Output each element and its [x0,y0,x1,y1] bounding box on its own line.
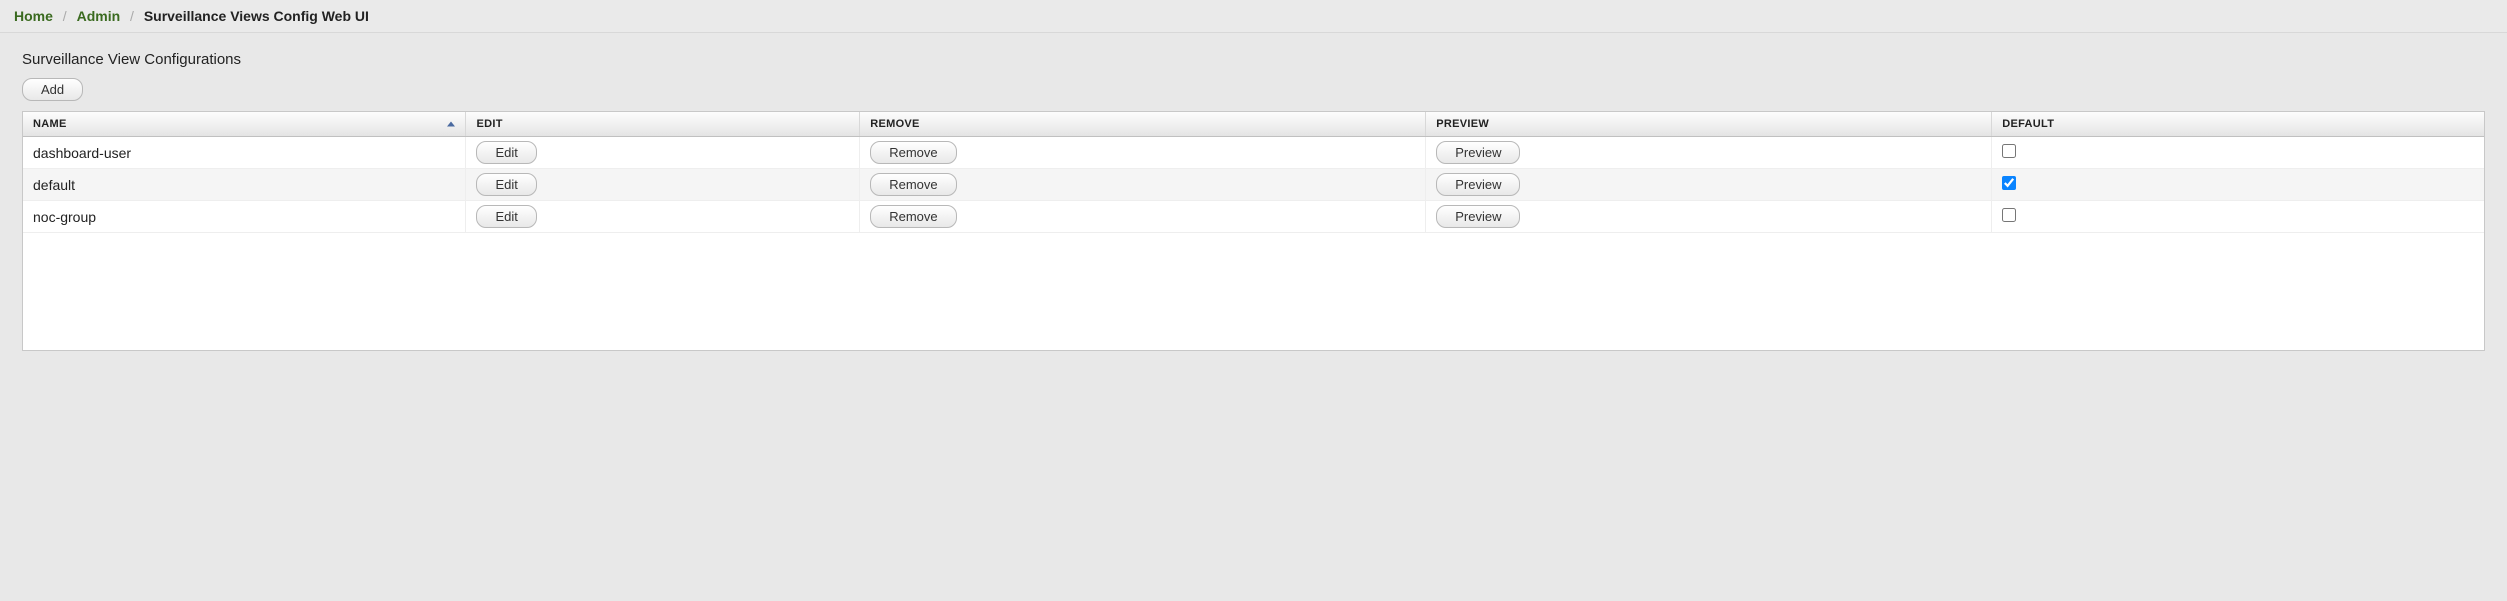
remove-button[interactable]: Remove [870,173,956,196]
breadcrumb-sep: / [63,8,67,24]
row-name-cell: dashboard-user [23,137,466,169]
edit-button[interactable]: Edit [476,141,536,164]
add-button[interactable]: Add [22,78,83,101]
row-default-cell [1992,137,2484,169]
row-edit-cell: Edit [466,137,860,169]
breadcrumb-admin[interactable]: Admin [77,8,121,24]
config-table-panel: NAME EDIT REMOVE PREVIEW DEFAULT dashboa… [22,111,2485,351]
row-default-cell [1992,201,2484,233]
content: Surveillance View Configurations Add NAM… [0,33,2507,369]
breadcrumb-current: Surveillance Views Config Web UI [144,8,369,24]
default-checkbox[interactable] [2002,144,2016,158]
edit-button[interactable]: Edit [476,205,536,228]
default-checkbox[interactable] [2002,208,2016,222]
col-header-default[interactable]: DEFAULT [1992,112,2484,137]
row-preview-cell: Preview [1426,169,1992,201]
row-edit-cell: Edit [466,201,860,233]
col-header-remove[interactable]: REMOVE [860,112,1426,137]
sort-asc-icon [447,122,455,127]
preview-button[interactable]: Preview [1436,141,1520,164]
section-title: Surveillance View Configurations [22,51,2485,68]
row-remove-cell: Remove [860,169,1426,201]
remove-button[interactable]: Remove [870,205,956,228]
config-table: NAME EDIT REMOVE PREVIEW DEFAULT dashboa… [23,112,2484,233]
row-preview-cell: Preview [1426,137,1992,169]
remove-button[interactable]: Remove [870,141,956,164]
row-name-cell: noc-group [23,201,466,233]
col-header-preview[interactable]: PREVIEW [1426,112,1992,137]
row-remove-cell: Remove [860,201,1426,233]
default-checkbox[interactable] [2002,176,2016,190]
col-header-name-label: NAME [33,118,67,130]
col-header-edit[interactable]: EDIT [466,112,860,137]
breadcrumb: Home / Admin / Surveillance Views Config… [0,0,2507,33]
row-default-cell [1992,169,2484,201]
row-name-cell: default [23,169,466,201]
preview-button[interactable]: Preview [1436,173,1520,196]
row-preview-cell: Preview [1426,201,1992,233]
row-edit-cell: Edit [466,169,860,201]
table-row: dashboard-user Edit Remove Preview [23,137,2484,169]
table-row: noc-group Edit Remove Preview [23,201,2484,233]
breadcrumb-home[interactable]: Home [14,8,53,24]
col-header-name[interactable]: NAME [23,112,466,137]
preview-button[interactable]: Preview [1436,205,1520,228]
row-remove-cell: Remove [860,137,1426,169]
breadcrumb-sep: / [130,8,134,24]
table-header-row: NAME EDIT REMOVE PREVIEW DEFAULT [23,112,2484,137]
table-row: default Edit Remove Preview [23,169,2484,201]
edit-button[interactable]: Edit [476,173,536,196]
